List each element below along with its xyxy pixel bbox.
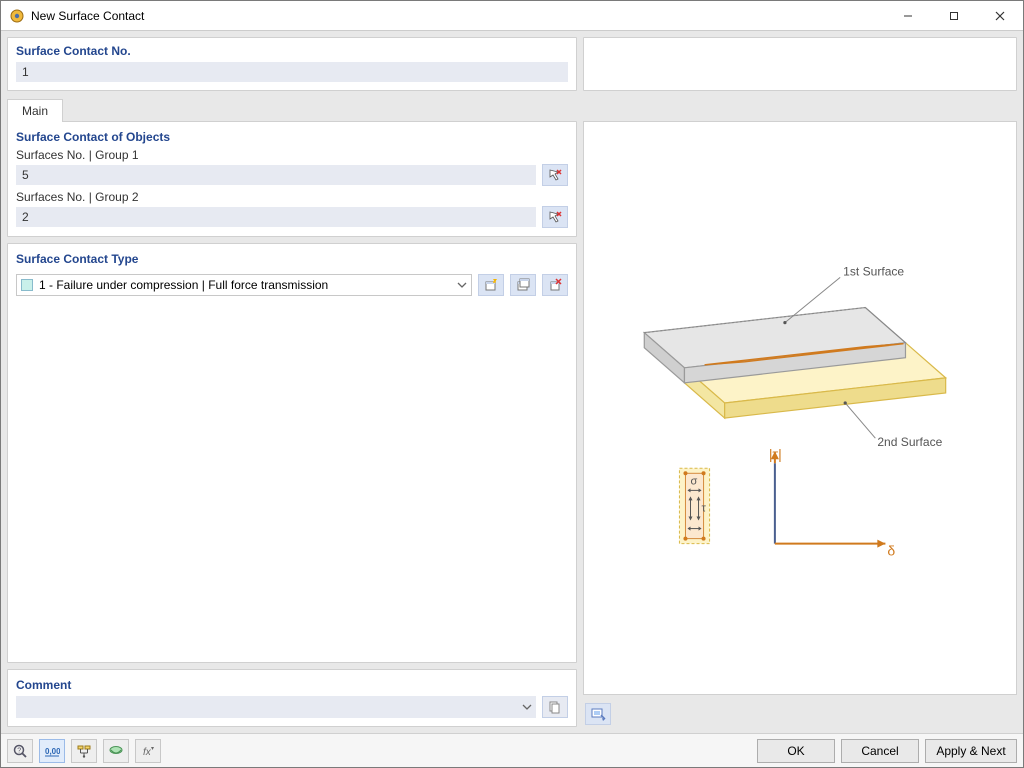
units-button[interactable]: 0,00 xyxy=(39,739,65,763)
dialog-body: Surface Contact No. Main Surface Contact… xyxy=(1,31,1023,733)
group1-pick-button[interactable] xyxy=(542,164,568,186)
tab-main[interactable]: Main xyxy=(7,99,63,122)
group1-input[interactable] xyxy=(16,165,536,185)
type-panel: Surface Contact Type 1 - Failure under c… xyxy=(7,243,577,663)
label-1st-surface: 1st Surface xyxy=(843,264,904,278)
objects-panel: Surface Contact of Objects Surfaces No. … xyxy=(7,121,577,237)
top-row: Surface Contact No. xyxy=(7,37,1017,91)
type-delete-button[interactable] xyxy=(542,274,568,296)
preview-panel: 1st Surface 2nd Surface σ xyxy=(583,121,1017,695)
type-color-swatch xyxy=(21,279,33,291)
help-button[interactable]: ? xyxy=(7,739,33,763)
titlebar: New Surface Contact xyxy=(1,1,1023,31)
contact-number-input[interactable] xyxy=(16,62,568,82)
ok-button[interactable]: OK xyxy=(757,739,835,763)
contact-type-selected-label: 1 - Failure under compression | Full for… xyxy=(39,278,328,292)
group1-label: Surfaces No. | Group 1 xyxy=(16,148,568,162)
group2-input[interactable] xyxy=(16,207,536,227)
sigma-label: σ xyxy=(690,475,697,487)
group2-label: Surfaces No. | Group 2 xyxy=(16,190,568,204)
chevron-down-icon xyxy=(457,280,467,290)
close-button[interactable] xyxy=(977,1,1023,31)
svg-text:fx: fx xyxy=(143,747,152,758)
type-heading: Surface Contact Type xyxy=(16,252,568,266)
window-title: New Surface Contact xyxy=(31,9,144,23)
number-heading: Surface Contact No. xyxy=(16,44,568,58)
chevron-down-icon xyxy=(522,702,532,712)
tau-label: τ xyxy=(702,502,707,514)
label-2nd-surface: 2nd Surface xyxy=(877,435,942,449)
preview-mode-button[interactable] xyxy=(585,703,611,725)
type-new-button[interactable] xyxy=(478,274,504,296)
number-panel: Surface Contact No. xyxy=(7,37,577,91)
contact-type-combo[interactable]: 1 - Failure under compression | Full for… xyxy=(16,274,472,296)
right-column: 1st Surface 2nd Surface σ xyxy=(583,121,1017,727)
svg-text:0,00: 0,00 xyxy=(45,747,60,756)
display-button[interactable] xyxy=(103,739,129,763)
preview-toolbar xyxy=(583,701,1017,727)
axis-delta-label: δ xyxy=(887,543,895,559)
svg-text:?: ? xyxy=(17,747,21,754)
apply-next-button[interactable]: Apply & Next xyxy=(925,739,1017,763)
top-right-blank-panel xyxy=(583,37,1017,91)
cancel-button[interactable]: Cancel xyxy=(841,739,919,763)
left-column: Surface Contact of Objects Surfaces No. … xyxy=(7,121,577,727)
comment-heading: Comment xyxy=(16,678,568,692)
comment-attachment-button[interactable] xyxy=(542,696,568,718)
function-button[interactable]: fx xyxy=(135,739,161,763)
objects-heading: Surface Contact of Objects xyxy=(16,130,568,144)
comment-combo[interactable] xyxy=(16,696,536,718)
footer: ? 0,00 fx OK Cancel Apply & Next xyxy=(1,733,1023,767)
comment-panel: Comment xyxy=(7,669,577,727)
type-library-button[interactable] xyxy=(510,274,536,296)
dialog-window: New Surface Contact Surface Contact No. … xyxy=(0,0,1024,768)
minimize-button[interactable] xyxy=(885,1,931,31)
group2-pick-button[interactable] xyxy=(542,206,568,228)
tab-bar: Main xyxy=(7,97,1017,121)
preview-diagram: 1st Surface 2nd Surface σ xyxy=(584,122,1016,694)
maximize-button[interactable] xyxy=(931,1,977,31)
app-icon xyxy=(9,8,25,24)
calc-params-button[interactable] xyxy=(71,739,97,763)
main-row: Surface Contact of Objects Surfaces No. … xyxy=(7,121,1017,727)
